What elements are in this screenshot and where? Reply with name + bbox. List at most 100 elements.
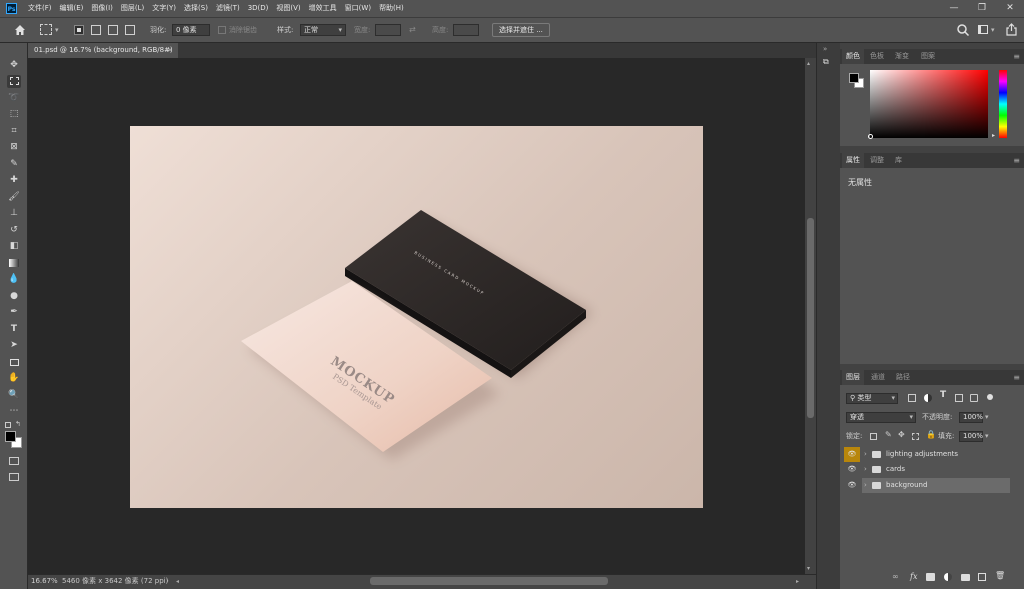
quick-mask-icon[interactable] [7,455,21,468]
vertical-scroll-thumb[interactable] [807,218,814,418]
screen-mode-icon[interactable] [7,471,21,484]
layer-row[interactable]: 👁 › cards [840,462,1024,477]
object-select-tool-icon[interactable]: ⬚ [7,108,21,121]
history-brush-tool-icon[interactable]: ↺ [7,224,21,237]
link-layers-icon[interactable]: ∞ [892,572,899,581]
subtract-selection-icon[interactable] [108,25,118,35]
chevron-down-icon[interactable]: ▾ [991,18,995,42]
frame-tool-icon[interactable]: ⊠ [7,141,21,154]
swap-dimensions-icon[interactable]: ⇄ [409,18,416,42]
menu-item-window[interactable]: 窗口(W) [341,0,375,17]
path-select-tool-icon[interactable]: ➤ [7,339,21,352]
tab-color[interactable]: 颜色 [842,49,864,64]
layer-row[interactable]: 👁 › lighting adjustments [840,447,1024,462]
gradient-tool-icon[interactable] [7,257,21,270]
horizontal-scroll-thumb[interactable] [370,577,608,585]
style-select[interactable]: 正常 ▾ [300,24,346,36]
chevron-down-icon[interactable]: ▾ [985,431,989,442]
lasso-tool-icon[interactable]: ➰ [7,92,21,105]
menu-item-type[interactable]: 文字(Y) [148,0,180,17]
restore-icon[interactable]: ❐ [968,0,996,17]
chevron-down-icon[interactable]: ▾ [55,18,59,42]
chevron-right-icon[interactable]: › [864,447,867,462]
brush-tool-icon[interactable]: 🖌 [7,191,21,204]
blend-mode-select[interactable]: 穿透 ▾ [846,412,916,423]
layer-row[interactable]: 👁 › background [840,478,1024,493]
foreground-color-swatch[interactable] [5,431,16,442]
layer-body[interactable]: › lighting adjustments [862,447,1010,462]
layer-style-icon[interactable]: fx [910,572,917,581]
intersect-selection-icon[interactable] [125,25,135,35]
more-tools-icon[interactable]: ⋯ [7,405,21,418]
marquee-preset-icon[interactable] [40,24,52,35]
scroll-left-icon[interactable]: ◂ [176,575,179,588]
fill-input[interactable]: 100% [959,431,983,442]
filter-pixel-icon[interactable] [908,394,916,402]
collapse-panels-icon[interactable]: » [823,45,827,53]
tab-gradients[interactable]: 渐变 [891,49,913,64]
clone-stamp-tool-icon[interactable]: ⊥ [7,207,21,220]
filter-shape-icon[interactable] [955,394,963,402]
move-tool-icon[interactable]: ✥ [7,59,21,72]
menu-item-filter[interactable]: 滤镜(T) [212,0,244,17]
eyedropper-tool-icon[interactable]: ✎ [7,158,21,171]
lock-all-icon[interactable]: 🔒 [926,430,936,439]
chevron-right-icon[interactable]: › [166,575,169,588]
tab-paths[interactable]: 路径 [892,370,914,385]
healing-brush-tool-icon[interactable]: ✚ [7,174,21,187]
chevron-down-icon[interactable]: ▾ [985,412,989,423]
tab-properties[interactable]: 属性 [842,153,864,168]
blur-tool-icon[interactable]: 💧 [7,273,21,286]
lock-transparent-icon[interactable] [870,433,877,440]
filter-smartobject-icon[interactable] [970,394,978,402]
filter-type-icon[interactable]: T [940,390,946,400]
menu-item-edit[interactable]: 编辑(E) [56,0,88,17]
eraser-tool-icon[interactable]: ◧ [7,240,21,253]
antialias-checkbox[interactable] [218,26,226,34]
visibility-eye-icon[interactable]: 👁 [844,447,860,462]
default-colors-icon[interactable] [5,422,11,428]
history-panel-icon[interactable]: ⧉ [823,57,834,68]
menu-item-file[interactable]: 文件(F) [24,0,56,17]
dodge-tool-icon[interactable]: ● [7,290,21,303]
home-icon[interactable] [13,23,27,37]
width-input[interactable] [375,24,401,36]
close-tab-icon[interactable]: × [167,43,173,58]
visibility-eye-icon[interactable]: 👁 [844,462,860,477]
add-selection-icon[interactable] [91,25,101,35]
new-layer-icon[interactable] [978,573,986,581]
zoom-tool-icon[interactable]: 🔍 [7,389,21,402]
zoom-level[interactable]: 16.67% [31,575,58,588]
panel-menu-icon[interactable]: ≡ [1013,370,1020,385]
pen-tool-icon[interactable]: ✒ [7,306,21,319]
new-group-icon[interactable] [961,574,970,581]
hand-tool-icon[interactable]: ✋ [7,372,21,385]
hue-slider-handle-icon[interactable]: ▸ [992,132,995,139]
hue-slider[interactable] [999,70,1007,138]
new-adjustment-icon[interactable] [944,573,952,581]
menu-item-view[interactable]: 视图(V) [272,0,304,17]
document-tab[interactable]: 01.psd @ 16.7% (background, RGB/8#) × [28,43,178,58]
feather-input[interactable]: 0 像素 [172,24,210,36]
select-and-mask-button[interactable]: 选择并遮住 ... [492,23,550,37]
tab-channels[interactable]: 通道 [867,370,889,385]
close-window-icon[interactable]: ✕ [996,0,1024,17]
lock-artboard-icon[interactable] [912,433,919,440]
menu-item-plugins[interactable]: 增效工具 [305,0,341,17]
opacity-input[interactable]: 100% [959,412,983,423]
add-mask-icon[interactable] [926,573,935,581]
layer-filter-select[interactable]: ⚲ 类型 ▾ [846,393,898,404]
color-picker-marker[interactable] [868,134,873,139]
menu-item-select[interactable]: 选择(S) [180,0,212,17]
swap-colors-icon[interactable]: ↰ [15,420,21,428]
scroll-down-icon[interactable]: ▾ [807,565,810,572]
layer-body-selected[interactable]: › background [862,478,1010,493]
tab-layers[interactable]: 图层 [842,370,864,385]
filter-adjustment-icon[interactable] [924,394,932,402]
height-input[interactable] [453,24,479,36]
panel-menu-icon[interactable]: ≡ [1013,153,1020,168]
panel-fg-color-swatch[interactable] [849,73,859,83]
visibility-eye-icon[interactable]: 👁 [844,478,860,493]
tab-patterns[interactable]: 图案 [917,49,939,64]
document-canvas[interactable]: MOCKUP PSD Template BUSINESS CARD MOCKUP [130,126,703,508]
